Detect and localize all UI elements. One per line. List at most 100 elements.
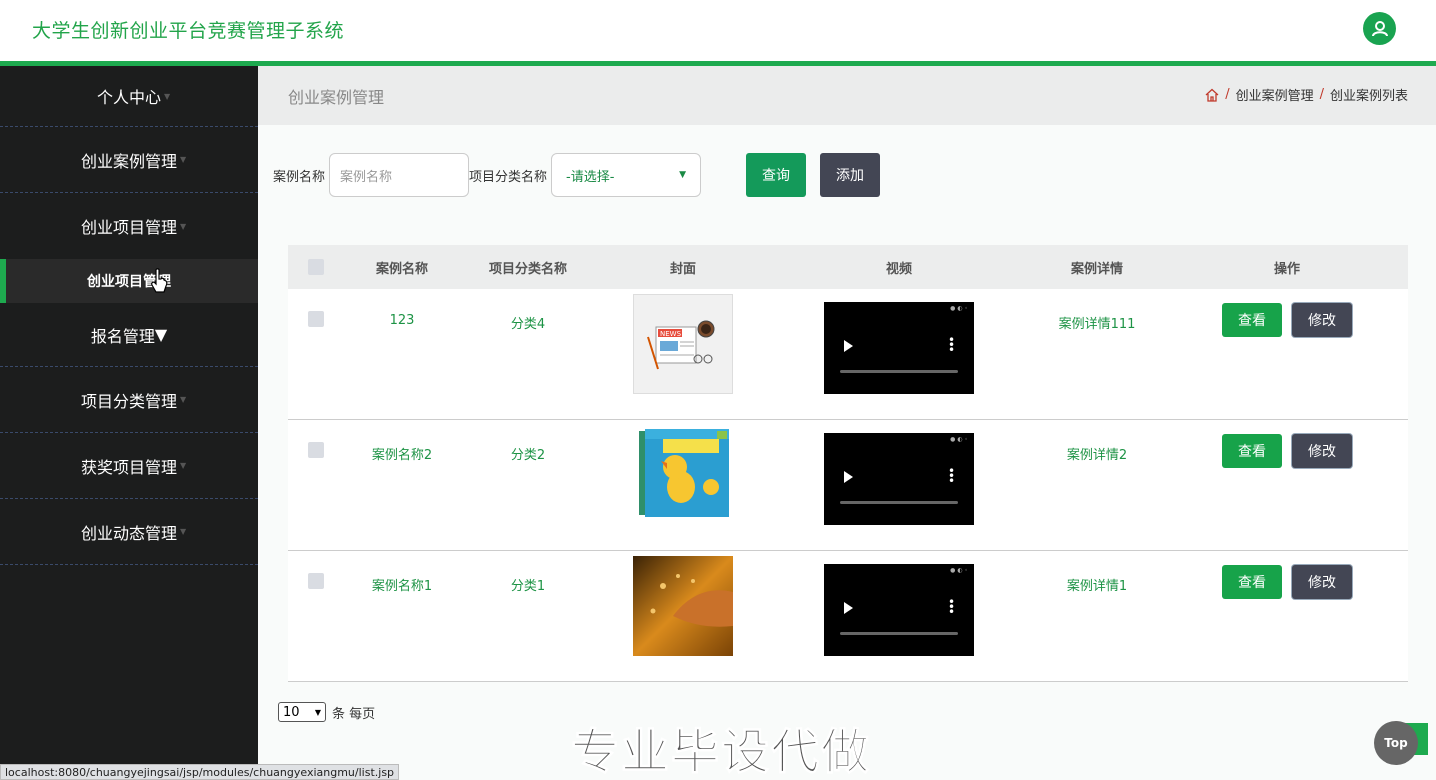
- sidebar-item-label: 创业动态管理: [80, 523, 177, 543]
- video-player[interactable]: ● ◐ ◦ • • •: [824, 302, 974, 394]
- more-options-icon[interactable]: • • •: [948, 596, 955, 618]
- search-form: 案例名称 案例名称 项目分类名称 -请选择- ▼: [273, 153, 702, 197]
- sidebar-subitem-registration[interactable]: 报名管理 ▼: [0, 303, 258, 367]
- view-button[interactable]: 查看: [1222, 434, 1282, 468]
- sidebar-item-label: 项目分类管理: [80, 391, 177, 411]
- row-select-cell: [288, 551, 344, 589]
- add-button[interactable]: 添加: [820, 153, 880, 197]
- sidebar-item-news-management[interactable]: 创业动态管理 ▼: [0, 499, 258, 565]
- table-row: 案例名称2 分类2 ● ◐ ◦ • • • 案例详情2 查看 修改: [288, 420, 1408, 551]
- sidebar: 个人中心 ▼ 创业案例管理 ▼ 创业项目管理 ▼ 创业项目管理 报名管理 ▼ 项…: [0, 66, 258, 780]
- table-row: 案例名称1 分类1 ● ◐ ◦ • • • 案例详情1 查看 修改: [288, 551, 1408, 682]
- sidebar-item-label: 个人中心: [96, 88, 161, 107]
- row-checkbox[interactable]: [308, 442, 324, 458]
- video-status-icons: ● ◐ ◦: [950, 305, 968, 312]
- video-status-icons: ● ◐ ◦: [950, 436, 968, 443]
- video-player[interactable]: ● ◐ ◦ • • •: [824, 564, 974, 656]
- category-cell: 分类2: [510, 448, 546, 463]
- video-progress-bar[interactable]: [840, 501, 958, 504]
- page-title: 创业案例管理: [288, 88, 385, 107]
- case-detail-cell: 案例详情2: [1066, 448, 1128, 463]
- video-status-icons: ● ◐ ◦: [950, 567, 968, 574]
- search-button[interactable]: 查询: [746, 153, 806, 197]
- cover-cell: NEWS: [596, 289, 770, 394]
- book-cover-image: [633, 425, 733, 525]
- chevron-down-icon: ▼: [180, 527, 187, 536]
- play-icon[interactable]: [844, 340, 853, 352]
- view-button[interactable]: 查看: [1222, 565, 1282, 599]
- system-title: 大学生创新创业平台竞赛管理子系统: [32, 20, 345, 42]
- case-name-label: 案例名称: [273, 169, 326, 185]
- case-detail-cell: 案例详情111: [1058, 317, 1136, 332]
- table-row: 123 分类4 NEWS ● ◐ ◦ • • • 案例详情111 查看 修改: [288, 289, 1408, 420]
- column-header: 封面: [669, 261, 696, 277]
- sidebar-item-project-management[interactable]: 创业项目管理 ▼: [0, 193, 258, 259]
- chevron-down-icon: ▼: [154, 325, 168, 344]
- operations-cell: 查看 修改: [1166, 289, 1408, 337]
- sidebar-item-case-management[interactable]: 创业案例管理 ▼: [0, 127, 258, 193]
- row-checkbox[interactable]: [308, 573, 324, 589]
- sidebar-item-label: 创业项目管理: [80, 218, 177, 237]
- chevron-down-icon: ▼: [679, 170, 687, 180]
- sidebar-item-label: 创业案例管理: [80, 151, 177, 171]
- view-button[interactable]: 查看: [1222, 303, 1282, 337]
- more-options-icon[interactable]: • • •: [948, 334, 955, 356]
- breadcrumb-separator: /: [1319, 87, 1324, 102]
- browser-status-url: localhost:8080/chuangyejingsai/jsp/modul…: [0, 764, 400, 780]
- page-size-select[interactable]: 10 ▼: [278, 702, 326, 722]
- video-progress-bar[interactable]: [840, 370, 958, 373]
- play-icon[interactable]: [844, 471, 853, 483]
- sidebar-item-label: 获奖项目管理: [80, 457, 177, 477]
- edit-button[interactable]: 修改: [1292, 303, 1352, 337]
- operations-cell: 查看 修改: [1166, 551, 1408, 599]
- cover-cell: [596, 551, 770, 656]
- row-select-cell: [288, 289, 344, 327]
- category-cell: 分类1: [510, 579, 546, 594]
- category-select[interactable]: -请选择- ▼: [551, 153, 702, 197]
- back-to-top-button[interactable]: Top: [1374, 721, 1418, 765]
- row-select-cell: [288, 420, 344, 458]
- play-icon[interactable]: [844, 602, 853, 614]
- user-icon: [1371, 20, 1388, 36]
- more-options-icon[interactable]: • • •: [948, 465, 955, 487]
- breadcrumb-item[interactable]: 创业案例管理: [1236, 85, 1314, 104]
- case-name-placeholder: 案例名称: [340, 169, 393, 185]
- top-header: 大学生创新创业平台竞赛管理子系统: [0, 0, 1436, 61]
- page-size-suffix: 条 每页: [332, 706, 376, 722]
- category-cell: 分类4: [510, 317, 546, 332]
- case-name-cell: 案例名称2: [371, 448, 433, 463]
- category-selected-value: -请选择-: [566, 169, 615, 185]
- operations-cell: 查看 修改: [1166, 420, 1408, 468]
- row-checkbox[interactable]: [308, 311, 324, 327]
- video-cell: ● ◐ ◦ • • •: [770, 289, 1028, 394]
- chevron-down-icon: ▼: [164, 91, 171, 101]
- breadcrumb-item: 创业案例列表: [1329, 89, 1408, 104]
- chevron-down-icon: ▼: [180, 461, 187, 470]
- cover-cell: [596, 420, 770, 525]
- select-all-checkbox[interactable]: [308, 259, 324, 275]
- home-icon[interactable]: [1205, 88, 1219, 102]
- sidebar-item-personal-center[interactable]: 个人中心 ▼: [0, 66, 258, 127]
- watermark-text: 专业毕设代做: [570, 724, 872, 780]
- edit-button[interactable]: 修改: [1292, 434, 1352, 468]
- video-player[interactable]: ● ◐ ◦ • • •: [824, 433, 974, 525]
- news-cover-image: NEWS: [633, 294, 733, 394]
- pagination: 10 ▼ 条 每页: [278, 702, 375, 722]
- sidebar-item-award-management[interactable]: 获奖项目管理 ▼: [0, 433, 258, 499]
- case-name-input[interactable]: 案例名称: [329, 153, 470, 197]
- case-table: 案例名称 项目分类名称 封面 视频 案例详情 操作 123 分类4 NEWS ●…: [288, 245, 1408, 682]
- edit-button[interactable]: 修改: [1292, 565, 1352, 599]
- sidebar-item-category-management[interactable]: 项目分类管理 ▼: [0, 367, 258, 433]
- column-header: 操作: [1273, 261, 1300, 277]
- video-progress-bar[interactable]: [840, 632, 958, 635]
- chevron-down-icon: ▼: [180, 155, 187, 164]
- page-size-value: 10: [283, 704, 300, 720]
- breadcrumb: / 创业案例管理 / 创业案例列表: [1205, 85, 1408, 104]
- table-header: 案例名称 项目分类名称 封面 视频 案例详情 操作: [288, 245, 1408, 289]
- sidebar-subitem-label: 报名管理: [90, 326, 155, 346]
- breadcrumb-separator: /: [1225, 87, 1230, 102]
- sidebar-subitem-project-management[interactable]: 创业项目管理: [0, 259, 258, 303]
- select-all-cell: [288, 259, 344, 275]
- column-header: 案例名称: [375, 261, 428, 277]
- user-avatar[interactable]: [1363, 12, 1396, 45]
